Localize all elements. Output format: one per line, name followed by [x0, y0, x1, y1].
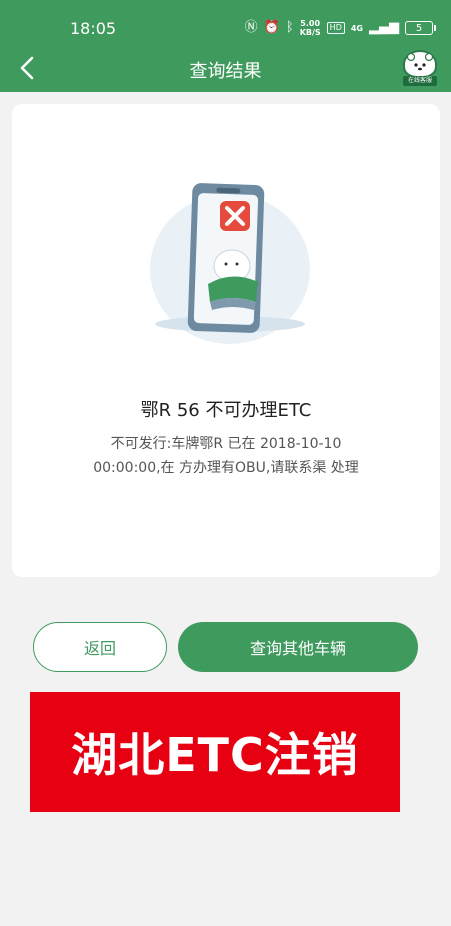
battery-icon: 5: [405, 21, 436, 35]
customer-service-label: 在线客服: [403, 76, 437, 86]
customer-service-button[interactable]: 在线客服: [403, 50, 437, 88]
status-bar: 18:05 Ⓝ ⏰ ᛒ 5.00 KB/S HD 4G ▂▄▆ 5: [0, 0, 451, 52]
bear-mascot-icon: [403, 50, 437, 78]
signal-icon: ▂▄▆: [369, 20, 399, 35]
result-title: 鄂R 56 不可办理ETC: [140, 400, 312, 421]
query-other-vehicle-button[interactable]: 查询其他车辆: [178, 622, 418, 672]
bluetooth-icon: ᛒ: [285, 20, 294, 35]
promo-banner: 湖北ETC注销: [30, 692, 400, 812]
back-button[interactable]: 返回: [33, 622, 167, 672]
page-title: 查询结果: [189, 61, 262, 82]
result-description: 不可发行:车牌鄂R 已在 2018-10-10 00:00:00,在 方办理有O…: [93, 436, 359, 476]
net-speed: 5.00 KB/S: [300, 19, 321, 37]
banner-text: 湖北ETC注销: [71, 728, 359, 782]
net-speed-unit: KB/S: [299, 28, 321, 37]
app-header: 18:05 Ⓝ ⏰ ᛒ 5.00 KB/S HD 4G ▂▄▆ 5 查询结果 在…: [0, 0, 451, 92]
status-icons: Ⓝ ⏰ ᛒ 5.00 KB/S HD 4G ▂▄▆ 5: [244, 19, 436, 37]
alarm-icon: ⏰: [263, 20, 280, 35]
battery-level: 5: [415, 22, 423, 34]
status-time: 18:05: [70, 19, 117, 38]
signal-label: 4G: [350, 23, 363, 33]
result-card: 鄂R 56 不可办理ETC 不可发行:车牌鄂R 已在 2018-10-10 00…: [12, 104, 440, 577]
phone-error-illustration: [150, 183, 310, 344]
hd-badge: HD: [326, 22, 345, 34]
net-speed-value: 5.00: [300, 19, 321, 28]
navigation-bar: 查询结果 在线客服: [0, 48, 451, 92]
nfc-icon: Ⓝ: [244, 20, 258, 35]
